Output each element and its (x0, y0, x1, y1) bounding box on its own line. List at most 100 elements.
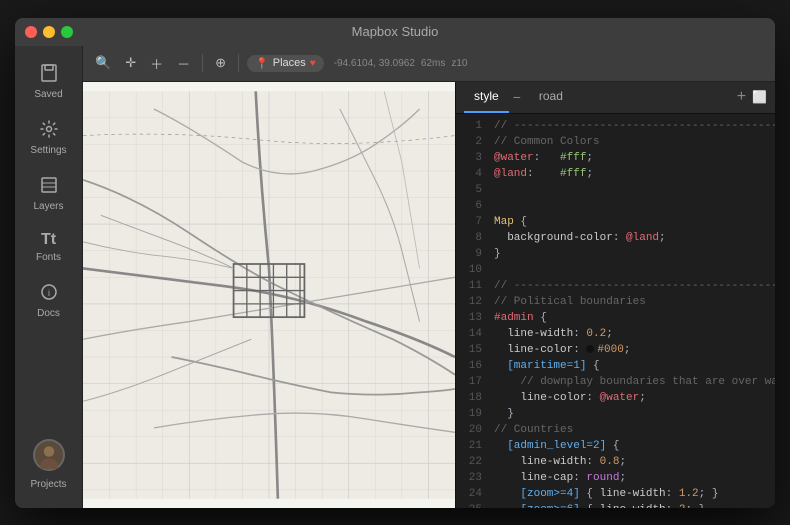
toolbar-coords: -94.6104, 39.0962 (334, 58, 415, 69)
saved-icon (40, 64, 58, 85)
fonts-icon: Tt (41, 232, 56, 248)
code-line-25: 25 [zoom>=6] { line-width: 2; } (456, 502, 775, 508)
line-content-17: // downplay boundaries that are over wat… (494, 374, 775, 390)
line-num-7: 7 (460, 214, 482, 230)
main-layout: Saved Settings (15, 46, 775, 508)
pan-button[interactable]: ⊕ (211, 53, 230, 73)
line-num-19: 19 (460, 406, 482, 422)
minimize-button[interactable] (43, 26, 55, 38)
toolbar-ms: 62ms (421, 58, 445, 69)
svg-text:i: i (48, 288, 50, 298)
line-content-20: // Countries (494, 422, 771, 438)
code-line-12: 12 // Political boundaries (456, 294, 775, 310)
line-num-14: 14 (460, 326, 482, 342)
fonts-label: Fonts (36, 252, 61, 263)
line-num-1: 1 (460, 118, 482, 134)
editor-tabs: style − road + ⬜ (456, 82, 775, 114)
code-line-9: 9 } (456, 246, 775, 262)
map-editor-split: style − road + ⬜ 1 // (83, 82, 775, 508)
code-editor[interactable]: 1 // -----------------------------------… (456, 114, 775, 508)
code-line-17: 17 // downplay boundaries that are over … (456, 374, 775, 390)
line-num-24: 24 (460, 486, 482, 502)
line-num-8: 8 (460, 230, 482, 246)
sidebar-item-saved[interactable]: Saved (15, 54, 82, 110)
line-content-15: line-color: #000; (494, 342, 771, 358)
tab-road[interactable]: road (529, 82, 573, 113)
toolbar-divider-2 (238, 54, 239, 72)
close-button[interactable] (25, 26, 37, 38)
line-content-7: Map { (494, 214, 771, 230)
sidebar-item-projects[interactable]: Projects (15, 429, 82, 500)
layers-label: Layers (33, 201, 63, 212)
docs-icon: i (40, 283, 58, 304)
sidebar-item-fonts[interactable]: Tt Fonts (15, 222, 82, 273)
tab-add-button[interactable]: + (737, 88, 746, 106)
line-num-23: 23 (460, 470, 482, 486)
line-content-11: // -------------------------------------… (494, 278, 775, 294)
layers-icon (40, 176, 58, 197)
sidebar-item-layers[interactable]: Layers (15, 166, 82, 222)
code-line-2: 2 // Common Colors (456, 134, 775, 150)
code-line-19: 19 } (456, 406, 775, 422)
places-label: Places (273, 57, 306, 69)
toolbar-zoom: z10 (451, 58, 467, 69)
line-content-12: // Political boundaries (494, 294, 771, 310)
line-content-19: } (494, 406, 771, 422)
code-line-1: 1 // -----------------------------------… (456, 118, 775, 134)
search-button[interactable]: 🔍 (91, 53, 115, 73)
saved-label: Saved (34, 89, 62, 100)
docs-label: Docs (37, 308, 60, 319)
line-content-22: line-width: 0.8; (494, 454, 771, 470)
line-content-5 (494, 182, 771, 198)
zoom-in-button[interactable]: ＋ (146, 52, 167, 75)
line-content-3: @water: #fff; (494, 150, 771, 166)
code-line-4: 4 @land: #fff; (456, 166, 775, 182)
line-num-20: 20 (460, 422, 482, 438)
map-area[interactable] (83, 82, 455, 508)
zoom-out-button[interactable]: － (173, 52, 194, 75)
sidebar-item-docs[interactable]: i Docs (15, 273, 82, 329)
maximize-button[interactable] (61, 26, 73, 38)
content-area: 🔍 ✛ ＋ － ⊕ 📍 Places ♥ -94.6104, 39.0962 6… (83, 46, 775, 508)
tab-close-style[interactable]: − (513, 89, 521, 105)
code-line-15: 15 line-color: #000; (456, 342, 775, 358)
line-content-13: #admin { (494, 310, 771, 326)
line-content-8: background-color: @land; (494, 230, 771, 246)
line-content-18: line-color: @water; (494, 390, 771, 406)
tab-expand-button[interactable]: ⬜ (752, 90, 767, 104)
line-content-6 (494, 198, 771, 214)
code-line-3: 3 @water: #fff; (456, 150, 775, 166)
toolbar-divider-1 (202, 54, 203, 72)
tab-style-label: style (474, 89, 499, 103)
line-content-24: [zoom>=4] { line-width: 1.2; } (494, 486, 771, 502)
line-content-4: @land: #fff; (494, 166, 771, 182)
settings-label: Settings (30, 145, 66, 156)
code-line-7: 7 Map { (456, 214, 775, 230)
line-num-10: 10 (460, 262, 482, 278)
line-num-25: 25 (460, 502, 482, 508)
line-num-15: 15 (460, 342, 482, 358)
sidebar: Saved Settings (15, 46, 83, 508)
tab-style[interactable]: style (464, 82, 509, 113)
crosshair-button[interactable]: ✛ (121, 53, 140, 73)
line-content-14: line-width: 0.2; (494, 326, 771, 342)
line-content-25: [zoom>=6] { line-width: 2; } (494, 502, 771, 508)
line-content-10 (494, 262, 771, 278)
line-num-11: 11 (460, 278, 482, 294)
places-pill[interactable]: 📍 Places ♥ (247, 55, 324, 72)
line-num-6: 6 (460, 198, 482, 214)
avatar (33, 439, 65, 471)
code-line-10: 10 (456, 262, 775, 278)
pin-icon: 📍 (255, 57, 269, 70)
heart-icon: ♥ (310, 58, 316, 69)
code-line-13: 13 #admin { (456, 310, 775, 326)
color-swatch (586, 345, 594, 353)
line-content-1: // -------------------------------------… (494, 118, 775, 134)
line-num-2: 2 (460, 134, 482, 150)
line-num-17: 17 (460, 374, 482, 390)
code-line-18: 18 line-color: @water; (456, 390, 775, 406)
sidebar-item-settings[interactable]: Settings (15, 110, 82, 166)
line-num-12: 12 (460, 294, 482, 310)
line-num-16: 16 (460, 358, 482, 374)
code-line-6: 6 (456, 198, 775, 214)
